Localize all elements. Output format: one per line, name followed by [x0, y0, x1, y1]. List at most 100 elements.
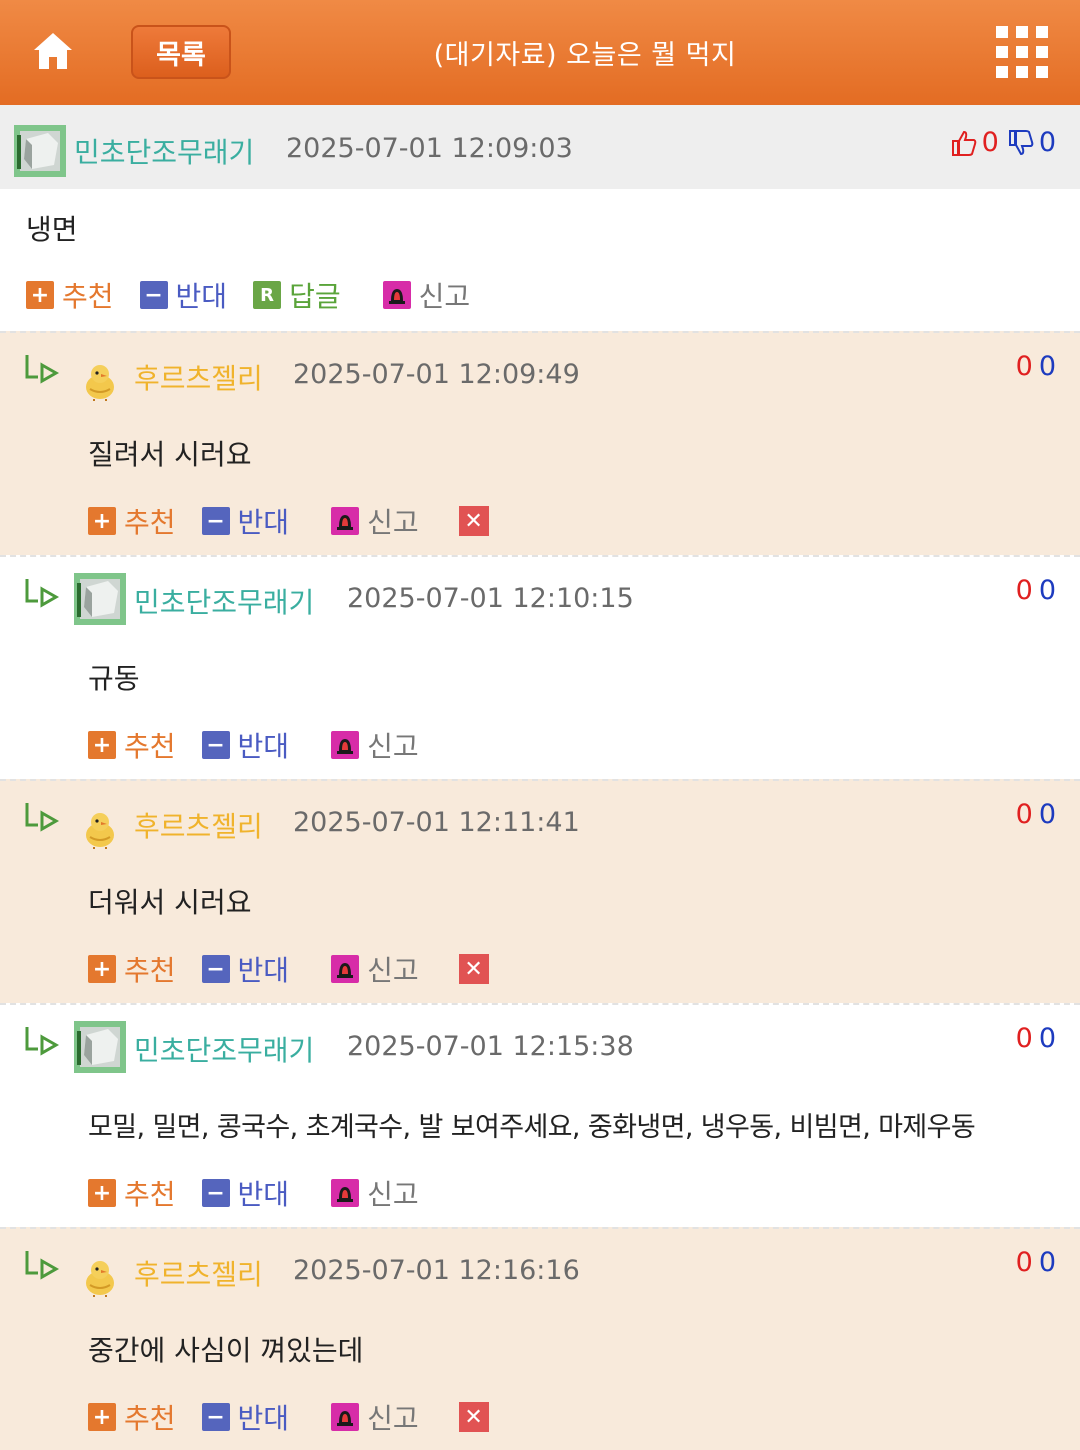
comment-date: 2025-07-01 12:11:41 — [293, 807, 580, 838]
upvote-count: 0 — [981, 127, 999, 158]
plus-icon: + — [88, 955, 116, 983]
comment-vote-count: 00 — [1016, 1247, 1056, 1278]
reply-comment-item: 후르츠젤리 2025-07-01 12:11:41 00 더워서 시러요 + 추… — [0, 779, 1080, 1003]
plus-icon: + — [88, 1179, 116, 1207]
oppose-button[interactable]: − 반대 — [201, 949, 289, 989]
reply-comment-item: 민초단조무래기 2025-07-01 12:10:15 00 규동 + 추천 −… — [0, 555, 1080, 779]
minus-icon: − — [201, 507, 230, 535]
minus-icon: − — [139, 281, 168, 309]
downvote-count: 0 — [1038, 1023, 1056, 1054]
siren-icon — [382, 281, 411, 309]
comment-vote-count: 0 0 — [950, 127, 1056, 158]
upvote-count: 0 — [1015, 351, 1033, 382]
siren-icon — [331, 731, 360, 759]
recommend-button[interactable]: + 추천 — [88, 949, 176, 989]
report-button[interactable]: 신고 — [331, 1173, 419, 1213]
oppose-button[interactable]: − 반대 — [201, 1173, 289, 1213]
avatar-icon — [82, 361, 118, 401]
plus-icon: + — [88, 731, 116, 759]
avatar-icon — [82, 809, 118, 849]
recommend-button[interactable]: + 추천 — [88, 501, 176, 541]
comment-nickname[interactable]: 민초단조무래기 — [134, 581, 314, 621]
avatar-icon — [14, 125, 66, 177]
comment-nickname[interactable]: 민초단조무래기 — [74, 131, 254, 171]
comment-actions: + 추천 − 반대 R 답글 신고 — [26, 277, 496, 313]
home-icon[interactable] — [30, 28, 76, 74]
siren-icon — [331, 507, 360, 535]
downvote-count: 0 — [1038, 799, 1056, 830]
page-title: (대기자료) 오늘은 뭘 먹지 — [433, 40, 737, 71]
reply-comment-item: 후르츠젤리 2025-07-01 12:16:16 00 중간에 사심이 껴있는… — [0, 1227, 1080, 1450]
reply-arrow-icon — [25, 579, 60, 608]
downvote-count: 0 — [1038, 1247, 1056, 1278]
oppose-button[interactable]: − 반대 — [201, 1397, 289, 1437]
minus-icon: − — [201, 731, 230, 759]
delete-x-icon[interactable]: ✕ — [458, 954, 489, 984]
report-button[interactable]: 신고 — [331, 725, 419, 765]
thumbs-up-icon — [951, 130, 976, 156]
comment-actions: + 추천 − 반대 신고 ✕ — [88, 951, 489, 987]
plus-icon: + — [26, 281, 54, 309]
comment-vote-count: 00 — [1016, 1023, 1056, 1054]
downvote-count: 0 — [1038, 351, 1056, 382]
comment-item: 민초단조무래기 2025-07-01 12:09:03 0 0 냉면 + 추천 … — [0, 105, 1080, 331]
comment-date: 2025-07-01 12:09:49 — [293, 359, 580, 390]
comment-vote-count: 00 — [1016, 575, 1056, 606]
reply-comment-item: 민초단조무래기 2025-07-01 12:15:38 00 모밀, 밀면, 콩… — [0, 1003, 1080, 1227]
report-button[interactable]: 신고 — [331, 949, 419, 989]
report-button[interactable]: 신고 — [331, 501, 419, 541]
comment-vote-count: 00 — [1016, 351, 1056, 382]
plus-icon: + — [88, 1403, 116, 1431]
comment-text: 중간에 사심이 껴있는데 — [88, 1334, 364, 1367]
comment-vote-count: 00 — [1016, 799, 1056, 830]
comment-text: 규동 — [88, 662, 140, 695]
comment-date: 2025-07-01 12:10:15 — [347, 583, 634, 614]
reply-r-icon: R — [253, 281, 282, 309]
report-button[interactable]: 신고 — [382, 275, 470, 315]
upvote-count: 0 — [1015, 1247, 1033, 1278]
recommend-button[interactable]: + 추천 — [88, 1397, 176, 1437]
comment-date: 2025-07-01 12:15:38 — [347, 1031, 634, 1062]
upvote-count: 0 — [1015, 575, 1033, 606]
comment-text: 냉면 — [26, 213, 78, 246]
comment-nickname[interactable]: 민초단조무래기 — [134, 1029, 314, 1069]
reply-comment-item: 후르츠젤리 2025-07-01 12:09:49 00 질려서 시러요 + 추… — [0, 331, 1080, 555]
oppose-button[interactable]: − 반대 — [139, 275, 227, 315]
recommend-button[interactable]: + 추천 — [26, 275, 114, 315]
oppose-button[interactable]: − 반대 — [201, 725, 289, 765]
comment-nickname[interactable]: 후르츠젤리 — [134, 357, 263, 397]
list-button[interactable]: 목록 — [131, 25, 231, 79]
comment-nickname[interactable]: 후르츠젤리 — [134, 805, 263, 845]
recommend-button[interactable]: + 추천 — [88, 725, 176, 765]
comment-text: 모밀, 밀면, 콩국수, 초계국수, 발 보여주세요, 중화냉면, 냉우동, 비… — [88, 1112, 976, 1143]
plus-icon: + — [88, 507, 116, 535]
siren-icon — [331, 1179, 360, 1207]
reply-button[interactable]: R 답글 — [253, 275, 341, 315]
comment-actions: + 추천 − 반대 신고 — [88, 727, 445, 763]
avatar-icon — [82, 1257, 118, 1297]
oppose-button[interactable]: − 반대 — [201, 501, 289, 541]
recommend-button[interactable]: + 추천 — [88, 1173, 176, 1213]
grid-menu-icon[interactable] — [996, 26, 1048, 78]
comment-text: 질려서 시러요 — [88, 438, 252, 471]
report-button[interactable]: 신고 — [331, 1397, 419, 1437]
siren-icon — [331, 1403, 360, 1431]
thumbs-down-icon — [1008, 129, 1034, 155]
comment-date: 2025-07-01 12:09:03 — [286, 133, 573, 164]
reply-arrow-icon — [25, 1251, 60, 1280]
delete-x-icon[interactable]: ✕ — [458, 506, 489, 536]
minus-icon: − — [201, 955, 230, 983]
downvote-count: 0 — [1038, 127, 1056, 158]
top-bar: 목록 (대기자료) 오늘은 뭘 먹지 — [0, 0, 1080, 105]
minus-icon: − — [201, 1403, 230, 1431]
delete-x-icon[interactable]: ✕ — [458, 1402, 489, 1432]
avatar-icon — [74, 573, 126, 625]
comment-nickname[interactable]: 후르츠젤리 — [134, 1253, 263, 1293]
reply-arrow-icon — [25, 803, 60, 832]
avatar-icon — [74, 1021, 126, 1073]
downvote-count: 0 — [1038, 575, 1056, 606]
comment-date: 2025-07-01 12:16:16 — [293, 1255, 580, 1286]
reply-arrow-icon — [25, 355, 60, 384]
comment-actions: + 추천 − 반대 신고 — [88, 1175, 445, 1211]
reply-arrow-icon — [25, 1027, 60, 1056]
